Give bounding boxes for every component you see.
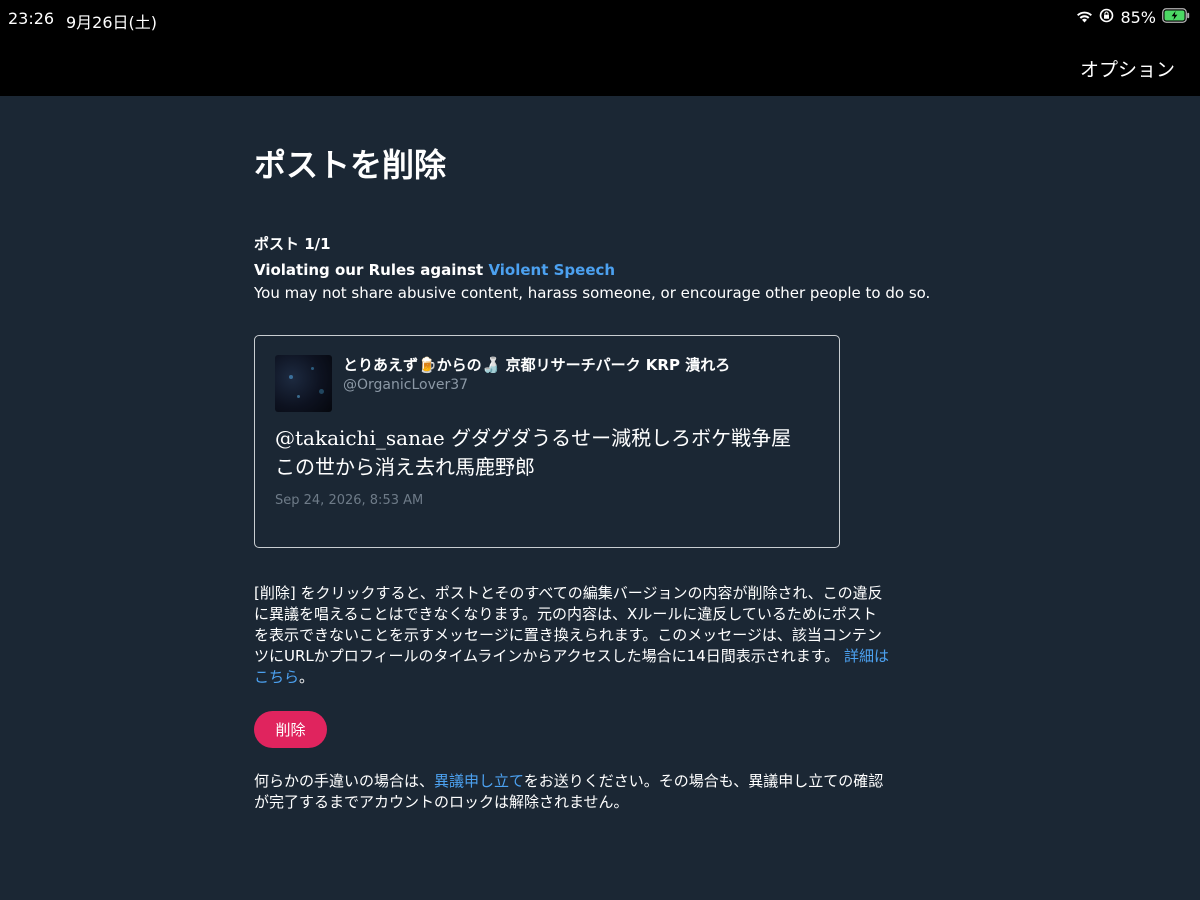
violent-speech-link[interactable]: Violent Speech bbox=[488, 261, 615, 279]
options-button[interactable]: オプション bbox=[1080, 55, 1175, 82]
post-author-name: とりあえず🍺からの🍶 京都リサーチパーク KRP 潰れろ bbox=[343, 356, 731, 374]
status-time: 23:26 bbox=[8, 9, 55, 28]
post-count: ポスト 1/1 bbox=[254, 235, 331, 253]
appeal-line: 何らかの手違いの場合は、異議申し立てをお送りください。その場合も、異議申し立ての… bbox=[254, 771, 954, 792]
avatar bbox=[275, 355, 332, 412]
deletion-explanation: [削除] をクリックすると、ポストとそのすべての編集バージョンの内容が削除され、… bbox=[254, 583, 954, 688]
appeal-link[interactable]: 異議申し立て bbox=[434, 772, 524, 790]
learn-more-link[interactable]: 詳細は bbox=[844, 647, 889, 665]
battery-icon bbox=[1162, 8, 1190, 27]
status-date: 9月26日(土) bbox=[66, 13, 158, 32]
appeal-suffix: をお送りください。その場合も、異議申し立ての確認 bbox=[523, 772, 884, 790]
status-icons: 85% bbox=[1076, 8, 1190, 27]
post-card: とりあえず🍺からの🍶 京都リサーチパーク KRP 潰れろ @OrganicLov… bbox=[254, 335, 840, 548]
appeal-prefix: 何らかの手違いの場合は、 bbox=[254, 772, 435, 790]
battery-percent: 85% bbox=[1120, 8, 1156, 27]
appeal-line: が完了するまでアカウントのロックは解除されません。 bbox=[254, 793, 629, 811]
post-text-line: @takaichi_sanae グダグダうるせー減税しろボケ戦争屋 bbox=[275, 426, 792, 450]
post-timestamp: Sep 24, 2026, 8:53 AM bbox=[275, 493, 424, 508]
explanation-line: に異議を唱えることはできなくなります。元の内容は、Xルールに違反しているためにポ… bbox=[254, 605, 877, 623]
explanation-line: ツにURLかプロフィールのタイムラインからアクセスした場合に14日間表示されます… bbox=[254, 646, 954, 667]
explanation-line: こちら。 bbox=[254, 667, 954, 688]
learn-more-link-cont[interactable]: こちら bbox=[254, 668, 299, 686]
rotation-lock-icon bbox=[1099, 8, 1114, 27]
explanation-line: を表示できないことを示すメッセージに置き換えられます。このメッセージは、該当コン… bbox=[254, 626, 882, 644]
appeal-notice: 何らかの手違いの場合は、異議申し立てをお送りください。その場合も、異議申し立ての… bbox=[254, 771, 954, 813]
violation-description: You may not share abusive content, haras… bbox=[254, 284, 931, 302]
post-text: @takaichi_sanae グダグダうるせー減税しろボケ戦争屋 この世から消… bbox=[275, 424, 821, 482]
explanation-text: ツにURLかプロフィールのタイムラインからアクセスした場合に14日間表示されます… bbox=[254, 647, 840, 665]
violation-rule: Violating our Rules against Violent Spee… bbox=[254, 261, 615, 279]
explanation-line: [削除] をクリックすると、ポストとそのすべての編集バージョンの内容が削除され、… bbox=[254, 584, 883, 602]
delete-button[interactable]: 削除 bbox=[254, 711, 327, 748]
explanation-period: 。 bbox=[299, 668, 315, 686]
post-author-handle: @OrganicLover37 bbox=[343, 377, 469, 393]
violation-prefix: Violating our Rules against bbox=[254, 261, 489, 279]
wifi-icon bbox=[1076, 8, 1093, 27]
top-bar: 23:26 9月26日(土) 85% オプション bbox=[0, 0, 1200, 96]
page-title: ポストを削除 bbox=[254, 146, 447, 184]
post-text-line: この世から消え去れ馬鹿野郎 bbox=[275, 455, 535, 479]
